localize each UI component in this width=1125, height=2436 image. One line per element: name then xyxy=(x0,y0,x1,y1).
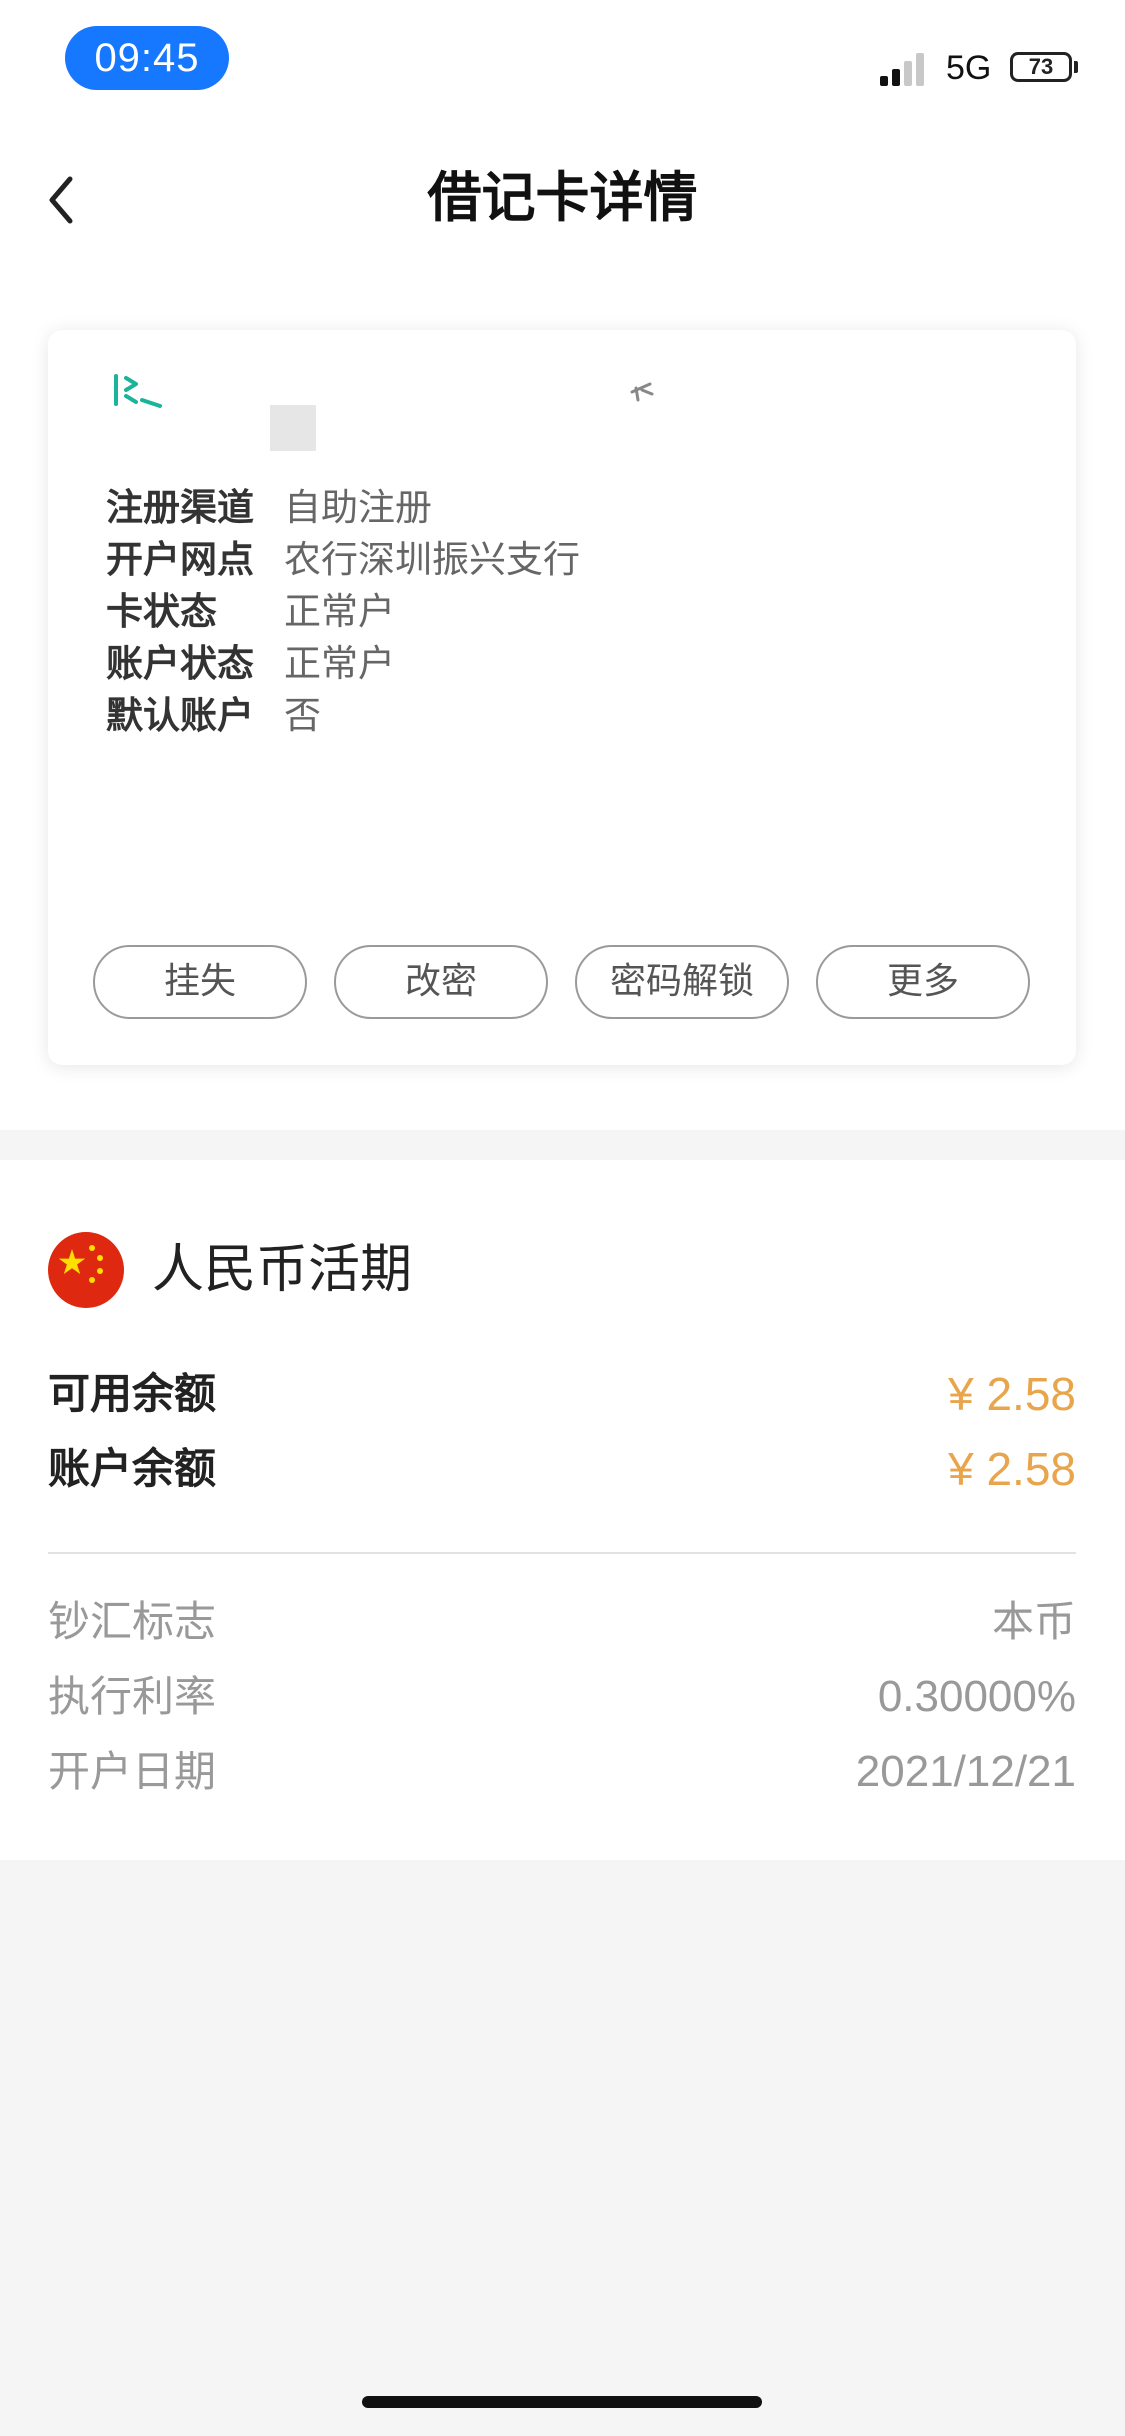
page-title: 借记卡详情 xyxy=(427,166,698,229)
report-loss-button[interactable]: 挂失 xyxy=(93,945,307,1019)
home-indicator[interactable] xyxy=(362,2396,762,2408)
detail-value: 2021/12/21 xyxy=(855,1747,1076,1796)
info-value: 正常户 xyxy=(284,590,395,633)
info-label: 注册渠道 xyxy=(106,486,254,529)
status-time: 09:45 xyxy=(65,26,229,90)
info-row-channel: 注册渠道 自助注册 xyxy=(106,480,432,536)
signal-strength-icon xyxy=(880,52,932,86)
balance-value: ¥ 2.58 xyxy=(948,1368,1076,1420)
currency-title: 人民币活期 xyxy=(152,1240,413,1300)
detail-label: 执行利率 xyxy=(48,1672,217,1721)
info-row-default-account: 默认账户否 xyxy=(106,688,321,744)
debit-card-panel: 注册渠道 自助注册 开户网点 农行深圳振兴支行 卡状态 正常户 账户状态 正常户 默认账… xyxy=(48,330,1076,1065)
detail-label: 开户日期 xyxy=(48,1747,217,1796)
divider xyxy=(48,1552,1076,1554)
eye-toggle-icon[interactable] xyxy=(628,380,658,404)
balance-label: 可用余额 xyxy=(48,1369,217,1418)
currency-flag-row: 钞汇标志 本币 xyxy=(48,1590,1076,1654)
unlock-password-button[interactable]: 密码解锁 xyxy=(575,945,789,1019)
battery-tip xyxy=(1074,61,1078,73)
detail-value: 本币 xyxy=(991,1597,1076,1646)
info-label: 默认账户 xyxy=(106,694,254,737)
info-row-card-status: 卡状态 正常户 xyxy=(106,584,395,640)
interest-rate-row: 执行利率 0.30000% xyxy=(48,1665,1076,1729)
info-value: 自助注册 xyxy=(284,486,432,529)
open-date-row: 开户日期 2021/12/21 xyxy=(48,1740,1076,1804)
battery-level: 73 xyxy=(1028,54,1054,79)
available-balance-row: 可用余额 ¥ 2.58 xyxy=(48,1362,1076,1426)
detail-value: 0.30000% xyxy=(877,1672,1076,1721)
info-value: 正常户 xyxy=(284,642,395,685)
detail-label: 钞汇标志 xyxy=(48,1597,217,1646)
info-value: 否 xyxy=(284,694,321,737)
info-row-account-status: 账户状态 正常户 xyxy=(106,636,395,692)
rmb-current-account: 人民币活期 可用余额 ¥ 2.58 账户余额 ¥ 2.58 钞汇标志 本币 执行… xyxy=(0,1160,1125,1860)
info-value: 农行深圳振兴支行 xyxy=(284,538,580,581)
bank-logo-icon xyxy=(114,374,162,408)
balance-label: 账户余额 xyxy=(48,1444,217,1493)
back-button[interactable] xyxy=(40,165,90,235)
info-label: 账户状态 xyxy=(106,642,254,685)
chevron-left-icon xyxy=(49,176,73,224)
balance-value: ¥ 2.58 xyxy=(948,1443,1076,1495)
battery-icon: 73 xyxy=(1010,52,1072,82)
masked-card-number xyxy=(270,405,316,451)
info-label: 卡状态 xyxy=(106,590,217,633)
account-balance-row: 账户余额 ¥ 2.58 xyxy=(48,1437,1076,1501)
info-label: 开户网点 xyxy=(106,538,254,581)
china-flag-icon xyxy=(48,1232,124,1308)
network-type: 5G xyxy=(946,49,992,87)
more-button[interactable]: 更多 xyxy=(816,945,1030,1019)
info-row-branch: 开户网点 农行深圳振兴支行 xyxy=(106,532,580,588)
change-password-button[interactable]: 改密 xyxy=(334,945,548,1019)
